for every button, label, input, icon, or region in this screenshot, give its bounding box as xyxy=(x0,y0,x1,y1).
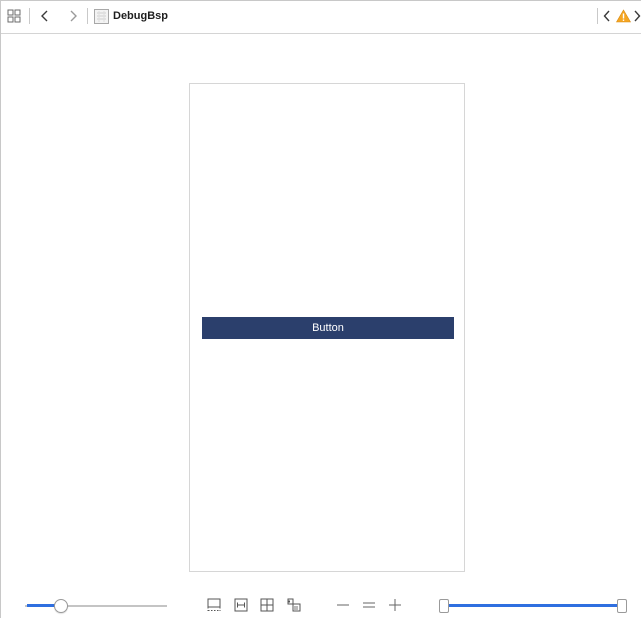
previous-issue-button[interactable] xyxy=(601,5,613,27)
toolbar-separator xyxy=(29,8,30,24)
view-controller-scene[interactable]: Button xyxy=(189,83,465,572)
chevron-right-icon xyxy=(634,10,641,22)
chevron-left-icon xyxy=(41,10,48,22)
back-button[interactable] xyxy=(37,5,53,27)
next-issue-button[interactable] xyxy=(633,5,641,27)
warning-icon[interactable] xyxy=(615,5,631,27)
right-slider[interactable] xyxy=(439,598,631,614)
chevron-left-icon xyxy=(603,10,610,22)
slider-fill xyxy=(27,604,56,607)
resolve-issues-icon[interactable] xyxy=(286,597,302,613)
jump-bar: DebugBsp xyxy=(1,1,641,34)
interface-builder-window: DebugBsp Button xyxy=(0,0,641,618)
pin-icon[interactable] xyxy=(259,597,275,613)
left-slider[interactable] xyxy=(25,598,171,614)
slider-min-knob[interactable] xyxy=(439,599,449,613)
slider-max-knob[interactable] xyxy=(617,599,627,613)
embed-in-icon[interactable] xyxy=(206,597,222,613)
storyboard-file-icon xyxy=(93,5,109,27)
zoom-in-icon[interactable] xyxy=(387,597,403,613)
forward-button[interactable] xyxy=(65,5,81,27)
toolbar-separator xyxy=(87,8,88,24)
slider-knob[interactable] xyxy=(54,599,68,613)
scene-button[interactable]: Button xyxy=(202,317,454,339)
slider-fill xyxy=(447,604,619,607)
toolbar-separator xyxy=(597,8,598,24)
storyboard-canvas[interactable]: Button xyxy=(1,34,641,586)
canvas-bottom-bar xyxy=(1,591,641,618)
file-name-breadcrumb[interactable]: DebugBsp xyxy=(113,5,168,27)
chevron-right-icon xyxy=(70,10,77,22)
align-icon[interactable] xyxy=(233,597,249,613)
zoom-out-icon[interactable] xyxy=(335,597,351,613)
grid-icon[interactable] xyxy=(5,5,23,27)
zoom-actual-icon[interactable] xyxy=(361,597,377,613)
